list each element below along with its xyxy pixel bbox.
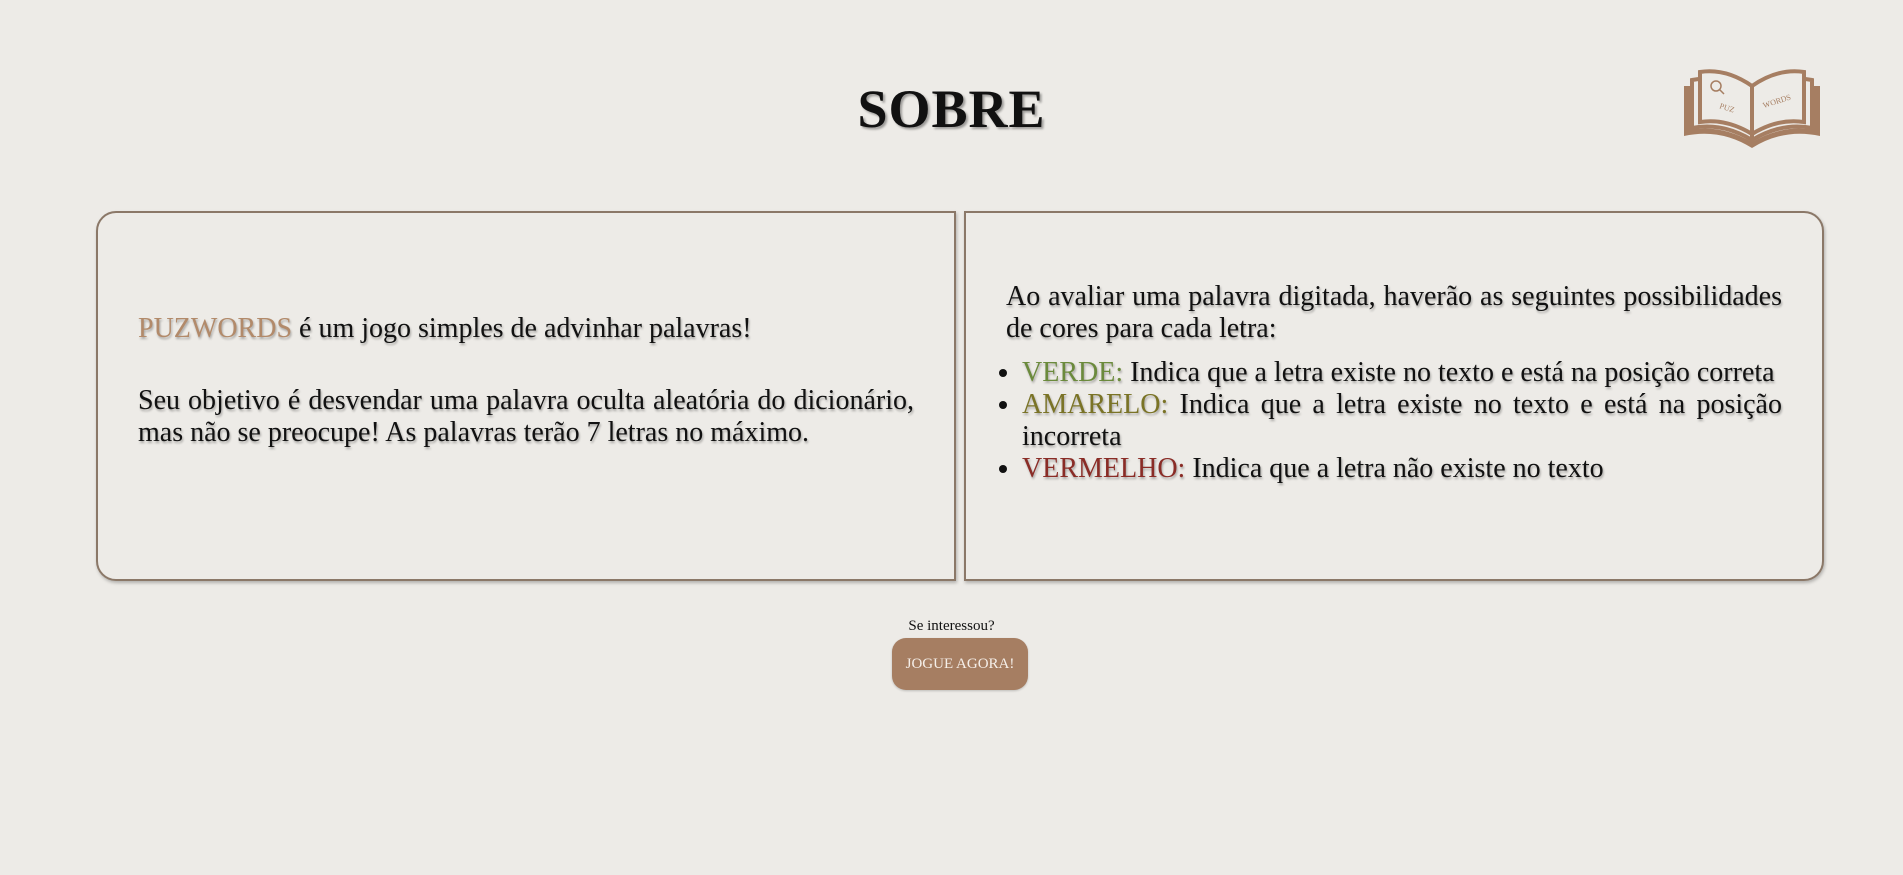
- yellow-label: AMARELO:: [1022, 389, 1169, 420]
- green-label: VERDE:: [1022, 357, 1124, 388]
- puzwords-logo[interactable]: PUZ WORDS: [1680, 66, 1824, 152]
- brand-name: PUZWORDS: [138, 313, 293, 344]
- rule-item-green: VERDE: Indica que a letra existe no text…: [1022, 357, 1782, 389]
- intro-line-text: é um jogo simples de advinhar palavras!: [292, 313, 752, 344]
- page-title: SOBRE: [857, 79, 1046, 139]
- open-book-logo-icon: PUZ WORDS: [1684, 69, 1820, 148]
- red-description: Indica que a letra não existe no texto: [1185, 453, 1604, 484]
- cta-prompt: Se interessou?: [908, 618, 995, 634]
- rules-panel: Ao avaliar uma palavra digitada, haverão…: [964, 211, 1824, 581]
- intro-panel: PUZWORDS é um jogo simples de advinhar p…: [96, 211, 956, 581]
- intro-line: PUZWORDS é um jogo simples de advinhar p…: [138, 313, 914, 345]
- rule-item-red: VERMELHO: Indica que a letra não existe …: [1022, 453, 1782, 485]
- play-now-button[interactable]: JOGUE AGORA!: [892, 638, 1028, 690]
- rules-intro: Ao avaliar uma palavra digitada, haverão…: [1006, 281, 1782, 344]
- rule-item-yellow: AMARELO: Indica que a letra existe no te…: [1022, 389, 1782, 453]
- objective-paragraph: Seu objetivo é desvendar uma palavra ocu…: [138, 385, 914, 448]
- green-description: Indica que a letra existe no texto e est…: [1123, 357, 1775, 388]
- color-rules-list: VERDE: Indica que a letra existe no text…: [1006, 357, 1782, 485]
- red-label: VERMELHO:: [1022, 453, 1186, 484]
